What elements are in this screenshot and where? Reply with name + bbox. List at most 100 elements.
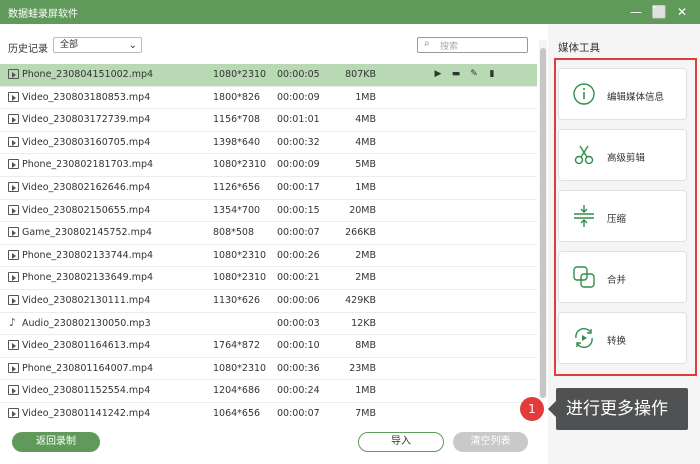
table-row[interactable]: Phone_230802181703.mp4 1080*2310 00:00:09 5…	[0, 154, 537, 177]
chevron-down-icon: ⌄	[128, 40, 137, 51]
title-bar: 数据蛙录屏软件 — ⬜ ✕	[0, 0, 700, 24]
file-name: Video_230801141242.mp4	[22, 407, 151, 419]
video-file-icon	[8, 227, 19, 238]
tool-convert[interactable]: 转换	[558, 312, 687, 364]
table-row[interactable]: Phone_230802133744.mp4 1080*2310 00:00:26 2…	[0, 245, 537, 268]
table-row[interactable]: Phone_230802133649.mp4 1080*2310 00:00:21 2…	[0, 267, 537, 290]
scissors-icon	[572, 143, 596, 167]
file-name: Phone_230802133744.mp4	[22, 249, 154, 261]
video-file-icon	[8, 385, 19, 396]
video-file-icon	[8, 69, 19, 79]
file-size: 266KB	[345, 227, 376, 239]
maximize-button[interactable]: ⬜	[651, 4, 667, 20]
file-resolution: 1080*2310	[213, 272, 267, 284]
file-resolution: 1130*626	[213, 294, 261, 306]
folder-icon[interactable]: ▬	[450, 68, 462, 80]
file-resolution: 1800*826	[213, 91, 261, 103]
file-name: Video_230802150655.mp4	[22, 204, 151, 216]
info-icon	[572, 82, 596, 106]
file-name: Phone_230802181703.mp4	[22, 159, 154, 171]
table-row[interactable]: Video_230802130111.mp4 1130*626 00:00:06 42…	[0, 290, 537, 313]
video-file-icon	[8, 340, 19, 351]
file-duration: 00:00:07	[277, 227, 320, 239]
table-row[interactable]: Phone_230801164007.mp4 1080*2310 00:00:36 2…	[0, 358, 537, 381]
file-duration: 00:00:09	[277, 91, 320, 103]
file-duration: 00:00:10	[277, 340, 320, 352]
table-row[interactable]: Phone_230804151002.mp4 1080*2310 00:00:05 8…	[0, 64, 537, 87]
list-scrollbar-thumb[interactable]	[540, 48, 546, 398]
video-file-icon	[8, 294, 19, 305]
file-duration: 00:00:05	[277, 69, 320, 80]
table-row[interactable]: Video_230801141242.mp4 1064*656 00:00:07 7M…	[0, 403, 537, 422]
video-file-icon	[8, 204, 19, 215]
history-label: 历史记录	[8, 44, 48, 55]
file-duration: 00:00:32	[277, 136, 320, 148]
table-row[interactable]: Video_230803180853.mp4 1800*826 00:00:09 1M…	[0, 87, 537, 110]
table-row[interactable]: Video_230803172739.mp4 1156*708 00:01:01 4M…	[0, 109, 537, 132]
video-file-icon	[8, 91, 19, 102]
app-title: 数据蛙录屏软件	[8, 9, 78, 20]
table-row[interactable]: Video_230801164613.mp4 1764*872 00:00:10 8M…	[0, 335, 537, 358]
video-file-icon	[8, 407, 19, 418]
table-row[interactable]: Video_230803160705.mp4 1398*640 00:00:32 4M…	[0, 132, 537, 155]
file-duration: 00:00:07	[277, 407, 320, 419]
table-row[interactable]: Video_230802150655.mp4 1354*700 00:00:15 20…	[0, 200, 537, 223]
file-resolution: 1398*640	[213, 136, 261, 148]
file-resolution: 1080*2310	[213, 69, 267, 80]
search-icon: ⌕	[424, 38, 430, 49]
table-row[interactable]: Video_230802162646.mp4 1126*656 00:00:17 1M…	[0, 177, 537, 200]
trash-icon[interactable]: ▮	[486, 68, 498, 80]
import-button[interactable]: 导入	[358, 432, 444, 452]
media-tools-title: 媒体工具	[558, 42, 600, 54]
file-duration: 00:01:01	[277, 114, 320, 126]
file-size: 12KB	[351, 317, 376, 329]
table-row[interactable]: ♪ Audio_230802130050.mp3 00:00:03 12KB	[0, 313, 537, 336]
file-duration: 00:00:06	[277, 294, 320, 306]
callout-badge: 1	[520, 397, 544, 421]
history-filter-select[interactable]: 全部 ⌄	[53, 37, 142, 53]
tool-edit-media-info[interactable]: 编辑媒体信息	[558, 68, 687, 120]
file-name: Phone_230801164007.mp4	[22, 362, 154, 374]
video-file-icon	[8, 181, 19, 192]
file-size: 2MB	[355, 249, 376, 261]
table-row[interactable]: Game_230802145752.mp4 808*508 00:00:07 266K…	[0, 222, 537, 245]
back-to-record-button[interactable]: 返回录制	[12, 432, 100, 452]
file-size: 1MB	[355, 91, 376, 103]
file-size: 4MB	[355, 136, 376, 148]
search-input[interactable]: ⌕ 搜索	[417, 37, 528, 53]
tool-label: 合并	[607, 275, 627, 286]
file-resolution: 1204*686	[213, 385, 261, 397]
file-resolution: 1080*2310	[213, 249, 267, 261]
play-icon[interactable]: ▶	[432, 68, 444, 80]
tool-compress[interactable]: 压缩	[558, 190, 687, 242]
tool-label: 转换	[607, 336, 627, 347]
audio-file-icon: ♪	[9, 315, 17, 329]
tool-merge[interactable]: 合并	[558, 251, 687, 303]
table-row[interactable]: Video_230801152554.mp4 1204*686 00:00:24 1M…	[0, 380, 537, 403]
video-file-icon	[8, 114, 19, 125]
convert-icon	[572, 326, 596, 350]
compress-icon	[572, 204, 596, 228]
file-name: Video_230801164613.mp4	[22, 340, 151, 352]
minimize-button[interactable]: —	[628, 4, 644, 20]
file-duration: 00:00:09	[277, 159, 320, 171]
tools-icon[interactable]: ✎	[468, 68, 480, 80]
tool-label: 压缩	[607, 214, 627, 225]
video-file-icon	[8, 362, 19, 373]
row-actions: ▶ ▬ ✎ ▮	[432, 68, 504, 80]
merge-icon	[572, 265, 596, 289]
close-button[interactable]: ✕	[674, 4, 690, 20]
file-name: Video_230801152554.mp4	[22, 385, 151, 397]
file-size: 23MB	[349, 362, 376, 374]
search-placeholder: 搜索	[440, 42, 459, 52]
tool-advanced-edit[interactable]: 高级剪辑	[558, 129, 687, 181]
file-size: 4MB	[355, 114, 376, 126]
file-duration: 00:00:24	[277, 385, 320, 397]
filter-selected-value: 全部	[60, 40, 79, 50]
history-panel: 历史记录 全部 ⌄ ⌕ 搜索 Phone_230804151002.mp4 108…	[0, 24, 548, 464]
file-resolution: 1354*700	[213, 204, 261, 216]
video-file-icon	[8, 249, 19, 260]
video-file-icon	[8, 136, 19, 147]
file-duration: 00:00:26	[277, 249, 320, 261]
clear-list-button[interactable]: 清空列表	[453, 432, 528, 452]
